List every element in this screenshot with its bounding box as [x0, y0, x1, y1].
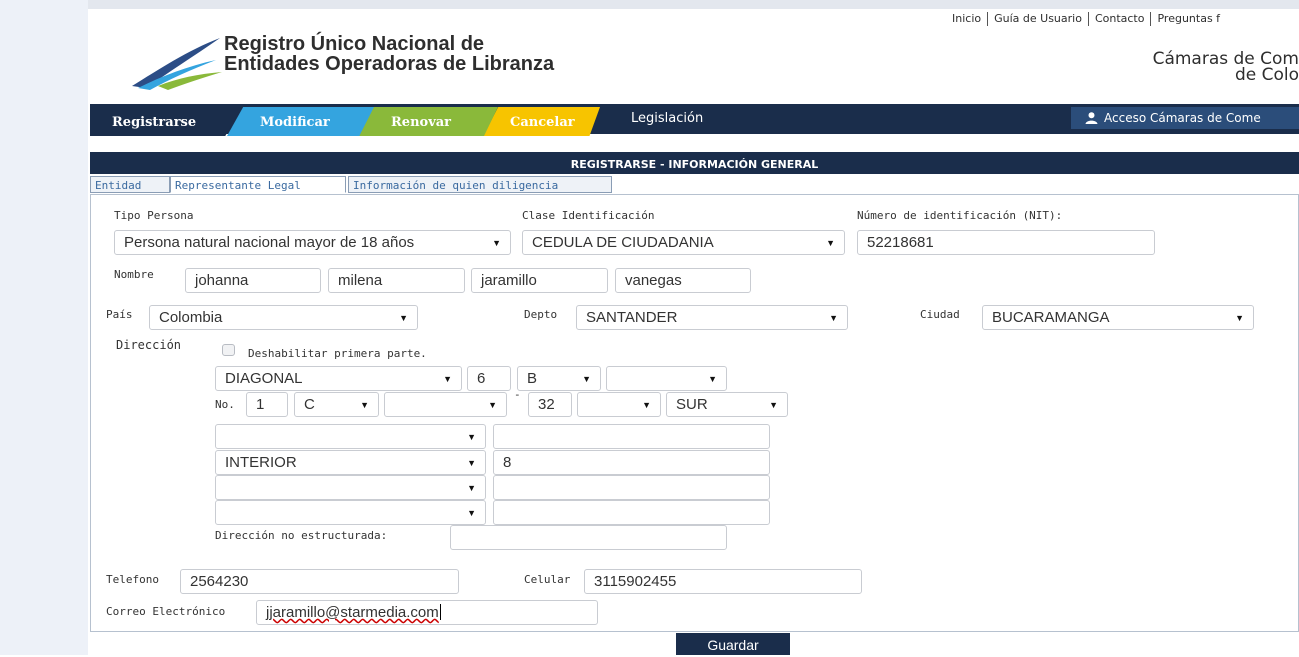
nav-renovar[interactable]: Renovar	[358, 107, 498, 136]
dir-no-estructurada-input[interactable]	[450, 525, 727, 550]
ciudad-select[interactable]: BUCARAMANGA ▼	[982, 305, 1254, 330]
left-margin	[0, 0, 88, 655]
link-preguntas[interactable]: Preguntas f	[1157, 12, 1220, 25]
complemento2-select[interactable]: INTERIOR ▼	[215, 450, 486, 475]
celular-input[interactable]: 3115902455	[584, 569, 862, 594]
acceso-camaras-button[interactable]: Acceso Cámaras de Come	[1071, 107, 1299, 129]
depto-select[interactable]: SANTANDER ▼	[576, 305, 848, 330]
ciudad-label: Ciudad	[920, 308, 960, 321]
link-contacto[interactable]: Contacto	[1095, 12, 1145, 25]
dir-dash: -	[514, 388, 521, 401]
dir-no-estructurada-label: Dirección no estructurada:	[215, 529, 388, 542]
tipo-persona-label: Tipo Persona	[114, 209, 194, 222]
text-cursor	[439, 604, 441, 620]
site-title-line2: Entidades Operadoras de Libranza	[224, 53, 555, 75]
guardar-button[interactable]: Guardar	[676, 633, 790, 655]
nombre-label: Nombre	[114, 268, 154, 281]
user-icon	[1085, 109, 1098, 131]
telefono-label: Telefono	[106, 573, 159, 586]
chevron-down-icon: ▼	[708, 374, 717, 384]
celular-label: Celular	[524, 573, 571, 586]
chevron-down-icon: ▼	[492, 238, 501, 248]
complemento3-input[interactable]	[493, 475, 770, 500]
dir-numero-input[interactable]: 6	[467, 366, 511, 391]
dir-no1-input[interactable]: 1	[246, 392, 288, 417]
link-guia-usuario[interactable]: Guía de Usuario	[994, 12, 1082, 25]
deshabilitar-label: Deshabilitar primera parte.	[248, 347, 427, 360]
dir-letra2-select[interactable]: C ▼	[294, 392, 379, 417]
dir-letra3-select[interactable]: ▼	[577, 392, 661, 417]
dir-bis-select[interactable]: ▼	[606, 366, 727, 391]
nav-legislacion[interactable]: Legislación	[631, 111, 703, 126]
primer-apellido-input[interactable]: jaramillo	[471, 268, 608, 293]
tab-representante-legal[interactable]: Representante Legal	[170, 176, 346, 193]
depto-label: Depto	[524, 308, 558, 321]
tab-quien-diligencia[interactable]: Información de quien diligencia	[348, 176, 612, 193]
tipo-persona-select[interactable]: Persona natural nacional mayor de 18 año…	[114, 230, 511, 255]
dir-cuadrante-select[interactable]: SUR ▼	[666, 392, 788, 417]
complemento1-select[interactable]: ▼	[215, 424, 486, 449]
nit-input[interactable]: 52218681	[857, 230, 1155, 255]
clase-identificacion-label: Clase Identificación	[522, 209, 655, 222]
chevron-down-icon: ▼	[443, 374, 452, 384]
telefono-input[interactable]: 2564230	[180, 569, 459, 594]
correo-label: Correo Electrónico	[106, 605, 226, 618]
complemento4-input[interactable]	[493, 500, 770, 525]
chevron-down-icon: ▼	[1235, 313, 1244, 323]
tab-entidad[interactable]: Entidad	[90, 176, 170, 193]
nav-registrarse[interactable]: Registrarse	[90, 107, 242, 136]
dir-no2-input[interactable]: 32	[528, 392, 572, 417]
correo-input[interactable]: jjaramillo@starmedia.com	[256, 600, 598, 625]
top-strip	[0, 0, 1299, 9]
complemento3-select[interactable]: ▼	[215, 475, 486, 500]
dir-via-select[interactable]: DIAGONAL ▼	[215, 366, 462, 391]
direccion-label: Dirección	[116, 338, 182, 352]
chevron-down-icon: ▼	[467, 432, 476, 442]
chevron-down-icon: ▼	[769, 400, 778, 410]
chevron-down-icon: ▼	[467, 508, 476, 518]
camaras-heading: Cámaras de Com de Colo	[1153, 51, 1299, 85]
section-title: REGISTRARSE - INFORMACIÓN GENERAL	[90, 152, 1299, 174]
pais-select[interactable]: Colombia ▼	[149, 305, 418, 330]
correo-value: jjaramillo@starmedia.com	[266, 604, 439, 621]
chevron-down-icon: ▼	[399, 313, 408, 323]
dir-bis2-select[interactable]: ▼	[384, 392, 507, 417]
nit-label: Número de identificación (NIT):	[857, 209, 1063, 222]
no-label: No.	[215, 398, 235, 411]
link-inicio[interactable]: Inicio	[952, 12, 981, 25]
deshabilitar-checkbox[interactable]	[222, 344, 235, 356]
chevron-down-icon: ▼	[360, 400, 369, 410]
primer-nombre-input[interactable]: johanna	[185, 268, 321, 293]
acceso-label: Acceso Cámaras de Come	[1104, 111, 1261, 125]
chevron-down-icon: ▼	[582, 374, 591, 384]
dir-letra-select[interactable]: B ▼	[517, 366, 601, 391]
chevron-down-icon: ▼	[826, 238, 835, 248]
chevron-down-icon: ▼	[829, 313, 838, 323]
complemento1-input[interactable]	[493, 424, 770, 449]
segundo-nombre-input[interactable]: milena	[328, 268, 465, 293]
chevron-down-icon: ▼	[642, 400, 651, 410]
complemento4-select[interactable]: ▼	[215, 500, 486, 525]
complemento2-input[interactable]: 8	[493, 450, 770, 475]
camaras-line2: de Colo	[1234, 65, 1299, 85]
chevron-down-icon: ▼	[488, 400, 497, 410]
nav-modificar[interactable]: Modificar	[227, 107, 374, 136]
chevron-down-icon: ▼	[467, 483, 476, 493]
clase-identificacion-select[interactable]: CEDULA DE CIUDADANIA ▼	[522, 230, 845, 255]
nav-cancelar[interactable]: Cancelar	[483, 107, 600, 136]
pais-label: País	[106, 308, 133, 321]
segundo-apellido-input[interactable]: vanegas	[615, 268, 751, 293]
top-links: Inicio Guía de Usuario Contacto Preguntas f	[952, 12, 1220, 26]
registry-logo	[132, 38, 222, 90]
chevron-down-icon: ▼	[467, 458, 476, 468]
